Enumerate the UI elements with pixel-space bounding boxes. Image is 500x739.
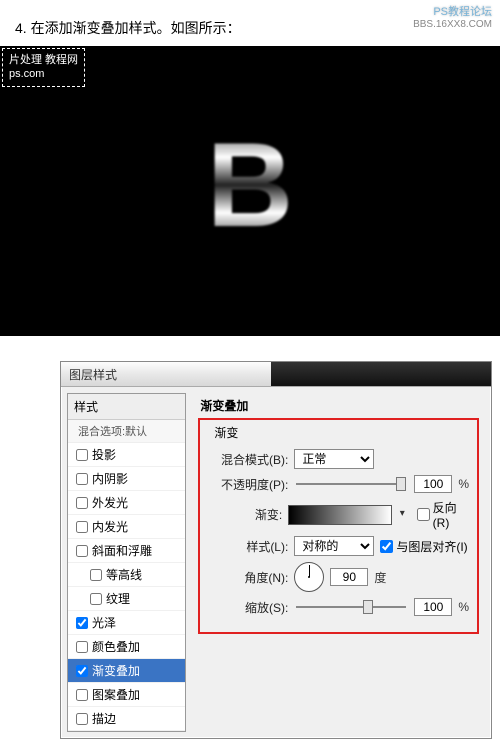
watermark-line1: 片处理 教程网 xyxy=(9,53,78,67)
section-title: 渐变叠加 xyxy=(198,395,479,418)
style-item-label: 图案叠加 xyxy=(92,686,140,703)
style-item-4[interactable]: 斜面和浮雕 xyxy=(68,539,185,563)
gradient-group: 渐变 混合模式(B): 正常 不透明度(P): % 渐变 xyxy=(198,418,479,634)
style-item-label: 斜面和浮雕 xyxy=(92,542,152,559)
style-checkbox[interactable] xyxy=(76,665,88,677)
group-title: 渐变 xyxy=(210,424,242,441)
style-item-label: 描边 xyxy=(92,710,116,727)
blend-mode-select[interactable]: 正常 xyxy=(294,449,374,469)
styles-list: 样式 混合选项:默认 投影内阴影外发光内发光斜面和浮雕等高线纹理光泽颜色叠加渐变… xyxy=(67,393,186,732)
style-item-10[interactable]: 图案叠加 xyxy=(68,683,185,707)
scale-unit: % xyxy=(458,600,469,614)
style-checkbox[interactable] xyxy=(76,689,88,701)
style-item-label: 外发光 xyxy=(92,494,128,511)
style-item-1[interactable]: 内阴影 xyxy=(68,467,185,491)
style-checkbox[interactable] xyxy=(76,473,88,485)
style-item-2[interactable]: 外发光 xyxy=(68,491,185,515)
watermark: 片处理 教程网 ps.com xyxy=(2,48,85,87)
style-checkbox[interactable] xyxy=(90,569,102,581)
style-item-3[interactable]: 内发光 xyxy=(68,515,185,539)
step-text: 4. 在添加渐变叠加样式。如图所示： xyxy=(15,20,241,36)
gradient-swatch[interactable] xyxy=(288,505,392,525)
style-item-label: 等高线 xyxy=(106,566,142,583)
scale-slider[interactable] xyxy=(296,606,406,608)
reverse-checkbox[interactable] xyxy=(417,508,430,521)
style-select[interactable]: 对称的 xyxy=(294,536,374,556)
dialog-title: 图层样式 xyxy=(69,366,117,383)
angle-dial[interactable] xyxy=(294,562,324,592)
angle-label: 角度(N): xyxy=(208,569,288,586)
watermark-line2: ps.com xyxy=(9,67,78,81)
style-item-label: 光泽 xyxy=(92,614,116,631)
style-item-label: 颜色叠加 xyxy=(92,638,140,655)
scale-value[interactable] xyxy=(414,598,452,616)
gradient-label: 渐变: xyxy=(208,506,282,523)
reverse-label: 反向(R) xyxy=(433,499,469,530)
scale-label: 缩放(S): xyxy=(208,599,288,616)
preview-canvas: 片处理 教程网 ps.com B xyxy=(0,46,500,336)
style-item-label: 内发光 xyxy=(92,518,128,535)
brand-line2: BBS.16XX8.COM xyxy=(413,19,492,31)
style-checkbox[interactable] xyxy=(76,545,88,557)
style-checkbox[interactable] xyxy=(76,449,88,461)
blend-mode-label: 混合模式(B): xyxy=(208,451,288,468)
style-item-label: 内阴影 xyxy=(92,470,128,487)
style-checkbox[interactable] xyxy=(76,641,88,653)
style-item-label: 渐变叠加 xyxy=(92,662,140,679)
style-checkbox[interactable] xyxy=(76,521,88,533)
layer-style-dialog: 图层样式 样式 混合选项:默认 投影内阴影外发光内发光斜面和浮雕等高线纹理光泽颜… xyxy=(60,361,492,739)
align-label: 与图层对齐(I) xyxy=(396,538,467,555)
opacity-value[interactable] xyxy=(414,475,452,493)
style-item-9[interactable]: 渐变叠加 xyxy=(68,659,185,683)
style-item-7[interactable]: 光泽 xyxy=(68,611,185,635)
angle-unit: 度 xyxy=(374,569,386,586)
style-item-label: 纹理 xyxy=(106,590,130,607)
style-checkbox[interactable] xyxy=(90,593,102,605)
style-checkbox[interactable] xyxy=(76,617,88,629)
style-checkbox[interactable] xyxy=(76,497,88,509)
align-checkbox[interactable] xyxy=(380,540,393,553)
opacity-slider[interactable] xyxy=(296,483,406,485)
style-settings-panel: 渐变叠加 渐变 混合模式(B): 正常 不透明度(P): % xyxy=(192,393,485,732)
styles-header: 样式 xyxy=(68,394,185,420)
angle-value[interactable] xyxy=(330,568,368,586)
opacity-label: 不透明度(P): xyxy=(208,476,288,493)
brand-line1: PS教程论坛 xyxy=(413,6,492,19)
style-item-8[interactable]: 颜色叠加 xyxy=(68,635,185,659)
style-checkbox[interactable] xyxy=(76,713,88,725)
style-item-label: 投影 xyxy=(92,446,116,463)
style-item-6[interactable]: 纹理 xyxy=(68,587,185,611)
style-label: 样式(L): xyxy=(208,538,288,555)
preview-letter: B xyxy=(207,116,294,254)
opacity-unit: % xyxy=(458,477,469,491)
blend-default[interactable]: 混合选项:默认 xyxy=(68,420,185,443)
page-brand: PS教程论坛 BBS.16XX8.COM xyxy=(413,6,492,31)
dialog-titlebar[interactable]: 图层样式 xyxy=(61,362,491,387)
style-item-0[interactable]: 投影 xyxy=(68,443,185,467)
style-item-5[interactable]: 等高线 xyxy=(68,563,185,587)
style-item-11[interactable]: 描边 xyxy=(68,707,185,731)
